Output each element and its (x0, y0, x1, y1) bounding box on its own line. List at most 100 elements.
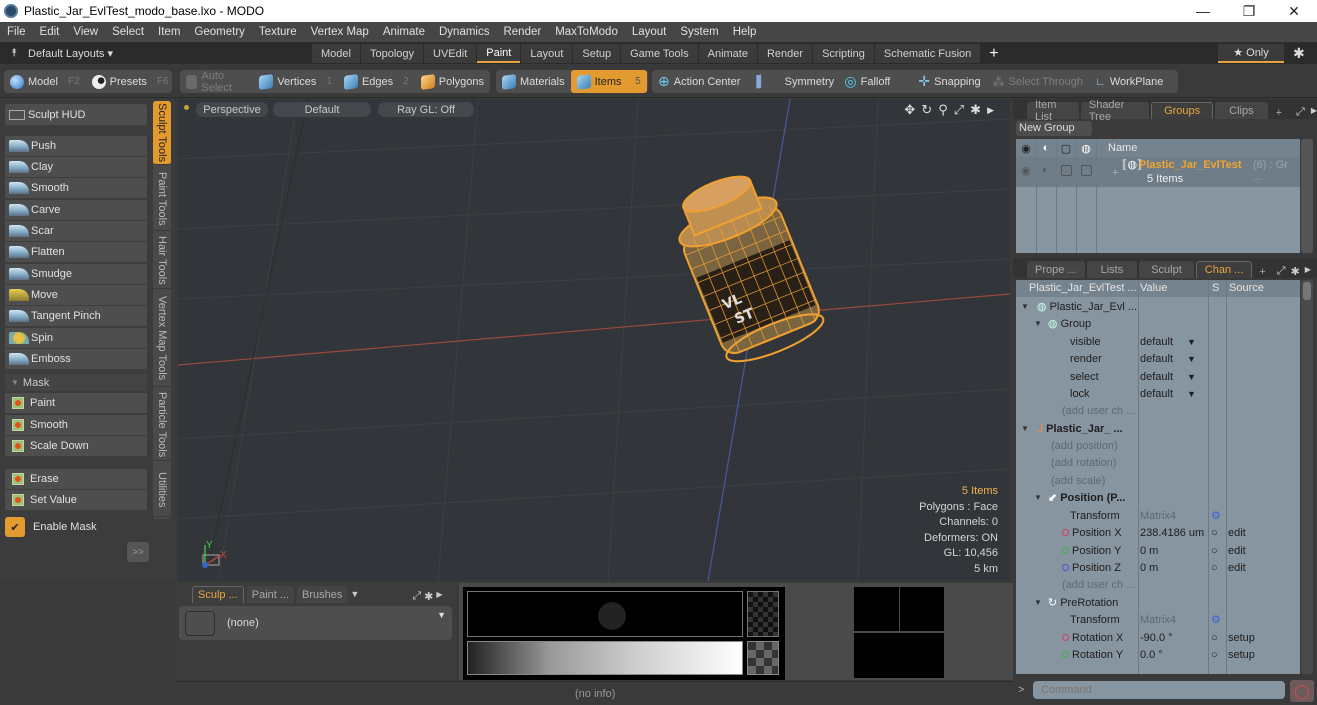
tab-lists[interactable]: Lists (1086, 261, 1138, 278)
tab-schematic-fusion[interactable]: Schematic Fusion (874, 44, 981, 63)
tab-scripting[interactable]: Scripting (813, 44, 874, 63)
rotate-icon[interactable]: ↻ (921, 102, 932, 118)
channel-state-radio[interactable]: ○ (1211, 527, 1218, 539)
channel-state-radio[interactable]: ○ (1211, 545, 1218, 557)
menu-geometry[interactable]: Geometry (187, 26, 252, 38)
channel-row[interactable]: Rotation Y 0.0 ° ○ setup (1016, 646, 1300, 663)
command-input[interactable] (1033, 681, 1285, 699)
tool-tangent-pinch[interactable]: Tangent Pinch (5, 306, 147, 327)
tool-emboss[interactable]: Emboss (5, 349, 147, 370)
channel-row[interactable]: Position X 238.4186 um ○ edit (1016, 524, 1300, 541)
vtab-hair-tools[interactable]: Hair Tools (153, 233, 171, 289)
default-layouts-dropdown[interactable]: Default Layouts ▾ (28, 47, 312, 60)
row-select-toggle[interactable] (1081, 165, 1092, 176)
channel-state-radio[interactable]: ○ (1211, 649, 1218, 661)
mask-section-header[interactable]: ▼ Mask (5, 374, 147, 391)
tab-paint[interactable]: Paint (477, 44, 521, 63)
only-toggle[interactable]: ★ Only (1218, 44, 1284, 63)
add-tab-icon[interactable]: + (1254, 266, 1270, 278)
add-layout-button[interactable]: + (981, 45, 1006, 63)
group-name[interactable]: Plastic_Jar_EvlTest (1139, 159, 1242, 171)
channel-value-field[interactable]: -90.0 ° (1140, 632, 1173, 644)
tab-channels[interactable]: Chan ... (1195, 261, 1253, 278)
channel-row[interactable]: Position Z0 m ○ edit (1016, 559, 1300, 576)
layout-up-icon[interactable]: ⯭ (0, 47, 28, 60)
channel-row[interactable]: ▼ ⅃ Plastic_Jar_ ... (1016, 420, 1300, 437)
tool-flatten[interactable]: Flatten (5, 242, 147, 263)
channel-row[interactable]: ▼ ⬋ Position (P... (1016, 489, 1300, 506)
mask-scale-down[interactable]: Scale Down (5, 436, 147, 457)
channel-value-dropdown[interactable]: default ▼ (1140, 388, 1196, 400)
workplane-button[interactable]: ∟ WorkPlane (1089, 70, 1169, 93)
tool-spin[interactable]: Spin (5, 328, 147, 349)
presets-button[interactable]: Presets F6 (86, 70, 175, 93)
viewport-gear-icon[interactable]: ✱ (970, 102, 981, 118)
raygl-toggle[interactable]: Ray GL: Off (378, 102, 474, 117)
panel-menu-arrow-icon[interactable]: ▶ (1305, 261, 1311, 278)
menu-edit[interactable]: Edit (33, 26, 67, 38)
channel-value-dropdown[interactable]: default ▼ (1140, 353, 1196, 365)
tab-shader-tree[interactable]: Shader Tree (1080, 99, 1150, 123)
expand-arrow-icon[interactable]: ▼ (1021, 302, 1029, 311)
panel-menu-arrow-icon[interactable]: ▶ (1311, 102, 1317, 119)
channel-row[interactable]: (add position) (1016, 437, 1300, 454)
panel-gear-icon[interactable]: ✱ (424, 590, 433, 603)
panel-maximize-icon[interactable]: ⤢ (412, 590, 421, 603)
tab-game-tools[interactable]: Game Tools (621, 44, 698, 63)
groups-scrollbar[interactable] (1301, 139, 1313, 253)
expand-plus-icon[interactable]: + (1112, 167, 1118, 179)
channel-value-field[interactable]: 238.4186 um (1140, 527, 1204, 539)
expand-arrow-icon[interactable]: ▼ (1034, 493, 1042, 502)
channel-row[interactable]: visible default ▼ (1016, 333, 1300, 350)
pan-icon[interactable]: ✥ (904, 102, 915, 118)
row-visibility-icon[interactable]: ◉ (1021, 164, 1031, 177)
materials-button[interactable]: Materials (496, 70, 571, 93)
expand-more-button[interactable]: >> (127, 542, 149, 562)
menu-select[interactable]: Select (105, 26, 151, 38)
channel-value-field[interactable]: 0.0 ° (1140, 649, 1163, 661)
new-group-button[interactable]: New Group (1016, 121, 1092, 136)
mask-set-value[interactable]: Set Value (5, 490, 147, 511)
expand-arrow-icon[interactable]: ▼ (1034, 319, 1042, 328)
tab-topology[interactable]: Topology (360, 44, 424, 63)
expand-arrow-icon[interactable]: ▼ (1034, 598, 1042, 607)
snapping-button[interactable]: ✛ Snapping (912, 70, 986, 93)
col-name-header[interactable]: Plastic_Jar_EvlTest ... (1029, 282, 1137, 294)
brush-alpha-thumb[interactable] (747, 591, 779, 637)
plastic-jar-mesh[interactable]: VL ST (664, 163, 828, 370)
polygons-button[interactable]: Polygons (415, 70, 490, 93)
menu-animate[interactable]: Animate (376, 26, 432, 38)
add-tab-icon[interactable]: + (1270, 107, 1288, 119)
view-type-dropdown[interactable]: Perspective (196, 102, 268, 117)
vtab-particle-tools[interactable]: Particle Tools (153, 389, 171, 461)
menu-render[interactable]: Render (496, 26, 548, 38)
channel-row[interactable]: ▼ ◍ Plastic_Jar_Evl ... (1016, 298, 1300, 315)
enable-mask-checkbox[interactable]: ✔ Enable Mask (5, 517, 97, 537)
channel-value-field[interactable]: 0 m (1140, 545, 1158, 557)
channel-value-dropdown[interactable]: default ▼ (1140, 371, 1196, 383)
vtab-sculpt-tools[interactable]: Sculpt Tools (153, 101, 171, 165)
row-render-icon[interactable]: ◐ (1042, 164, 1049, 176)
channel-row[interactable]: select default ▼ (1016, 368, 1300, 385)
select-through-button[interactable]: ⁂ Select Through (987, 70, 1089, 93)
channel-row[interactable]: Position Y0 m ○ edit (1016, 542, 1300, 559)
transform-link-icon[interactable]: ⚙ (1211, 613, 1221, 626)
channel-row[interactable]: (add user ch ... (1016, 402, 1300, 419)
panel-maximize-icon[interactable]: ⤢ (1296, 106, 1305, 119)
menu-system[interactable]: System (673, 26, 725, 38)
tab-uvedit[interactable]: UVEdit (424, 44, 477, 63)
tab-sculpt[interactable]: Sculpt (1139, 261, 1194, 278)
tool-scar[interactable]: Scar (5, 221, 147, 242)
tab-groups[interactable]: Groups (1151, 102, 1214, 119)
edges-button[interactable]: Edges 2 (338, 70, 415, 93)
3d-viewport[interactable]: VL ST Y X Perspective Default Ray GL: Of… (178, 99, 1010, 581)
settings-gear-icon[interactable]: ✱ (1293, 45, 1305, 62)
tab-sculpt-presets[interactable]: Sculp ... (192, 586, 244, 603)
channels-scrollbar[interactable] (1301, 280, 1313, 674)
mask-paint[interactable]: Paint (5, 393, 147, 414)
brush-preset-dropdown[interactable]: (none) ▼ (179, 606, 452, 640)
vertices-button[interactable]: Vertices 1 (253, 70, 338, 93)
col-s-header[interactable]: S (1212, 282, 1219, 294)
record-macro-button[interactable]: ◯ (1290, 680, 1314, 702)
vtab-paint-tools[interactable]: Paint Tools (153, 167, 171, 231)
